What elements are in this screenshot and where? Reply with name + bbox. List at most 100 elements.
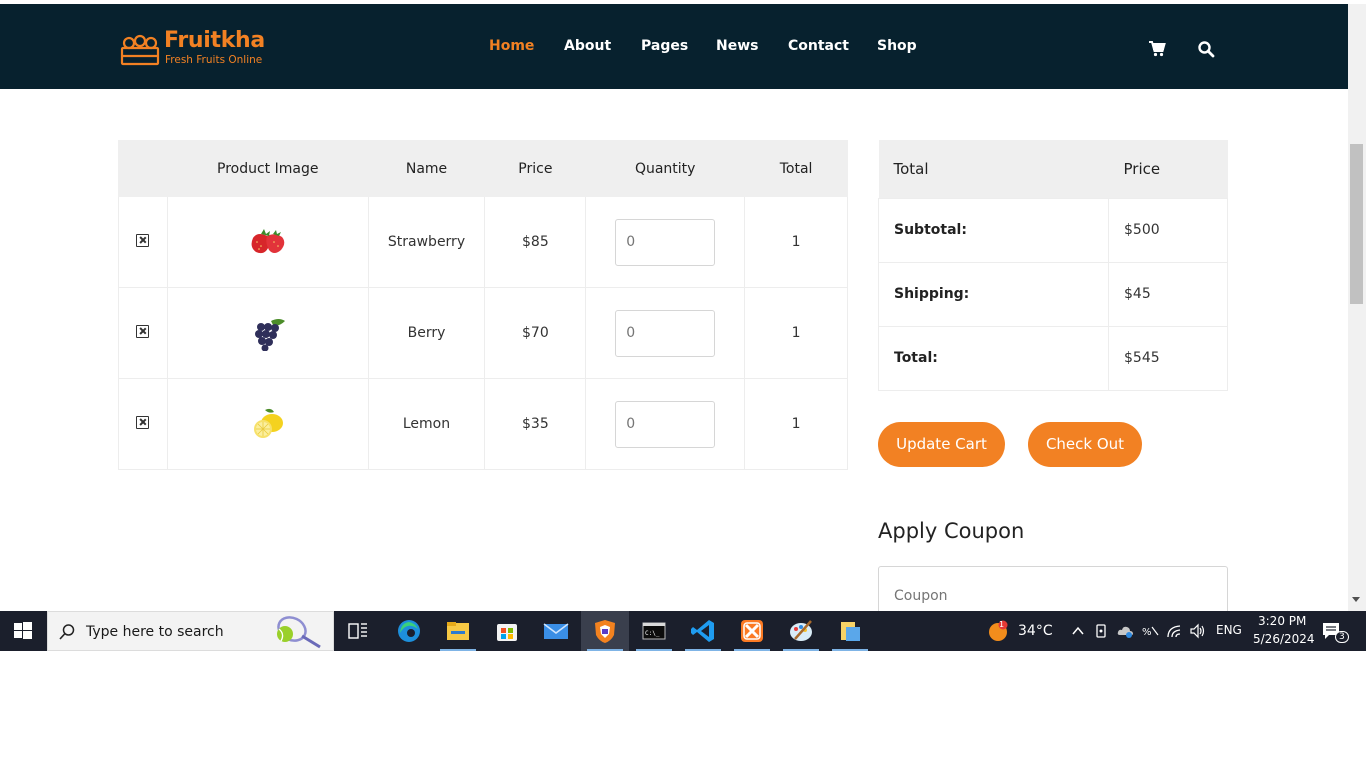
table-row: Berry $70 1 [118,287,848,379]
notification-count: 3 [1335,631,1349,643]
nav-home[interactable]: Home [489,38,534,54]
language-indicator[interactable]: ENG [1216,623,1242,637]
browser-viewport: Fruitkha Fresh Fruits Online Home About … [0,0,1366,611]
nav-pages[interactable]: Pages [641,38,688,54]
product-price: $35 [484,378,587,470]
remove-icon[interactable] [136,324,150,338]
clock-time[interactable]: 3:20 PM [1258,614,1306,628]
running-indicator [832,649,868,651]
volume-icon[interactable] [1189,623,1207,639]
cart-icon[interactable] [1148,40,1166,58]
col-total: Total [744,140,848,197]
windows-start-icon[interactable] [0,611,46,651]
totals-header-row: Total Price [878,140,1228,198]
search-icon [59,624,75,640]
product-name: Berry [367,287,486,379]
running-indicator [636,649,672,651]
mail-icon[interactable] [532,611,580,651]
brave-browser-icon[interactable] [581,611,629,651]
keyboard-ime-icon[interactable]: % [1141,623,1159,639]
svg-text:C:\_: C:\_ [645,630,660,637]
product-price: $70 [484,287,587,379]
nav-news[interactable]: News [716,38,758,54]
product-image-cell [166,378,369,470]
xampp-icon[interactable] [728,611,776,651]
edge-browser-icon[interactable] [385,611,433,651]
grand-total-value: $545 [1108,325,1228,391]
paint-icon[interactable] [777,611,825,651]
meet-now-icon[interactable] [1094,623,1110,639]
main-nav: Home About Pages News Contact Shop [0,38,1348,58]
quantity-input[interactable] [615,218,716,266]
quantity-input[interactable] [615,309,716,357]
quantity-input[interactable] [615,400,716,448]
product-total: 1 [744,378,848,470]
coupon-title: Apply Coupon [878,519,1025,543]
clock-date[interactable]: 5/26/2024 [1253,632,1315,646]
remove-icon[interactable] [136,415,150,429]
nav-contact[interactable]: Contact [788,38,849,54]
scroll-down-arrow-icon[interactable] [1352,597,1360,602]
quantity-cell [585,196,746,288]
page-scrollbar[interactable] [1348,4,1366,611]
subtotal-value: $500 [1108,197,1228,263]
update-cart-button[interactable]: Update Cart [878,422,1005,467]
product-name: Strawberry [367,196,486,288]
totals-row-shipping: Shipping: $45 [878,261,1228,327]
weather-temperature[interactable]: 34°C [1018,623,1053,639]
running-indicator [685,649,721,651]
files-folder-icon[interactable] [826,611,874,651]
subtotal-label: Subtotal: [878,197,1109,263]
windows-taskbar: Type here to search C:\_ 1 34°C % ENG 3:… [0,611,1366,651]
running-indicator [587,649,623,651]
col-remove [118,140,168,197]
totals-row-total: Total: $545 [878,325,1228,391]
weather-sun-icon[interactable] [987,620,1009,642]
search-icon[interactable] [1197,40,1215,58]
task-view-icon[interactable] [334,611,382,651]
shipping-label: Shipping: [878,261,1109,327]
strawberry-image [251,229,284,254]
quantity-cell [585,287,746,379]
svg-text:%: % [1142,627,1152,638]
scrollbar-thumb[interactable] [1350,144,1363,304]
col-quantity: Quantity [585,140,746,197]
grapes-image [254,319,285,351]
col-product-image: Product Image [166,140,369,197]
onedrive-cloud-icon[interactable] [1117,623,1135,639]
microsoft-store-icon[interactable] [483,611,531,651]
site-header: Fruitkha Fresh Fruits Online Home About … [0,4,1348,89]
chevron-up-icon[interactable] [1071,624,1085,638]
product-price: $85 [484,196,587,288]
check-out-button[interactable]: Check Out [1028,422,1142,467]
tennis-racket-icon [277,616,321,649]
running-indicator [783,649,819,651]
remove-cell [118,378,168,470]
vscode-icon[interactable] [679,611,727,651]
coupon-input[interactable] [878,566,1228,611]
nav-about[interactable]: About [564,38,611,54]
totals-table: Total Price Subtotal: $500 Shipping: $45… [878,140,1228,391]
grand-total-label: Total: [878,325,1109,391]
remove-cell [118,287,168,379]
totals-col-total: Total [878,140,1109,198]
product-image-cell [166,287,369,379]
wifi-icon[interactable] [1166,623,1184,639]
weather-badge: 1 [999,620,1005,629]
taskbar-search-box[interactable]: Type here to search [47,611,334,651]
file-explorer-icon[interactable] [434,611,482,651]
shipping-value: $45 [1108,261,1228,327]
lemon-image [253,408,283,438]
running-indicator [440,649,476,651]
terminal-icon[interactable]: C:\_ [630,611,678,651]
col-name: Name [367,140,486,197]
taskbar-search-placeholder: Type here to search [86,624,224,640]
product-total: 1 [744,287,848,379]
cart-table: Product Image Name Price Quantity Total [118,140,848,470]
totals-col-price: Price [1108,140,1228,198]
cart-header-row: Product Image Name Price Quantity Total [118,140,848,197]
nav-shop[interactable]: Shop [877,38,917,54]
remove-icon[interactable] [136,233,150,247]
product-total: 1 [744,196,848,288]
screen: Fruitkha Fresh Fruits Online Home About … [0,0,1366,768]
